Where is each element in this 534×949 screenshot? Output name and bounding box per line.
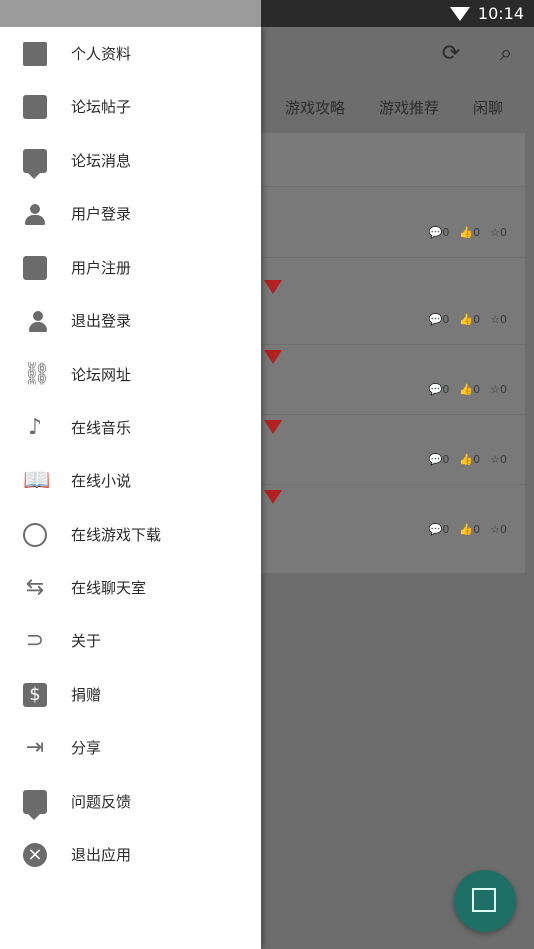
star-icon: ☆ xyxy=(490,313,500,326)
post-list: 💬0 👍0 ☆0 💬0 👍0 ☆0 💬0 👍0 ☆0 💬0 👍0 ☆0 💬0 👍… xyxy=(261,133,525,573)
star-icon: ☆ xyxy=(490,523,500,536)
book-icon xyxy=(23,94,47,119)
comment-icon: 💬 xyxy=(428,313,443,326)
drawer-item-about[interactable]: ⊃ 关于 xyxy=(0,614,261,667)
table-row[interactable]: 💬0 👍0 ☆0 xyxy=(261,484,525,554)
comment-icon: 💬 xyxy=(428,523,443,536)
drawer-item-profile[interactable]: 个人资料 xyxy=(0,27,261,80)
drawer-item-forum-url[interactable]: ⛓ 论坛网址 xyxy=(0,348,261,401)
paperclip-icon: ⊃ xyxy=(25,627,45,653)
diamond-icon xyxy=(264,280,282,294)
edit-icon xyxy=(472,888,496,912)
star-icon: ☆ xyxy=(490,383,500,396)
open-book-icon: 📖 xyxy=(23,467,51,493)
link-icon: ⛓ xyxy=(23,361,51,387)
download-circle-icon xyxy=(23,522,47,547)
tab-game-guides[interactable]: 游戏攻略 xyxy=(285,97,345,118)
compose-button[interactable] xyxy=(454,870,516,932)
like-icon: 👍 xyxy=(459,313,474,326)
drawer-item-forum-posts[interactable]: 论坛帖子 xyxy=(0,80,261,133)
status-time: 10:14 xyxy=(477,4,524,23)
close-circle-icon: × xyxy=(23,842,47,867)
drawer-item-game-download[interactable]: 在线游戏下载 xyxy=(0,508,261,561)
wifi-icon xyxy=(449,7,470,21)
account-box-icon xyxy=(23,255,47,280)
comment-icon: 💬 xyxy=(428,226,443,239)
star-icon: ☆ xyxy=(490,453,500,466)
drawer-item-music[interactable]: ♪ 在线音乐 xyxy=(0,401,261,454)
list-header xyxy=(261,133,525,187)
person-icon xyxy=(23,202,47,226)
exit-share-icon: ⇥ xyxy=(25,734,45,760)
drawer-item-novels[interactable]: 📖 在线小说 xyxy=(0,454,261,507)
table-row[interactable]: 💬0 👍0 ☆0 xyxy=(261,187,525,258)
music-note-icon: ♪ xyxy=(27,414,43,440)
comment-icon: 💬 xyxy=(428,383,443,396)
like-icon: 👍 xyxy=(459,523,474,536)
navigation-drawer: 个人资料 论坛帖子 论坛消息 用户登录 用户注册 退出登录 ⛓ 论坛网址 ♪ 在… xyxy=(0,0,261,949)
tab-game-recommend[interactable]: 游戏推荐 xyxy=(379,97,439,118)
star-icon: ☆ xyxy=(490,226,500,239)
document-icon xyxy=(23,41,47,66)
drawer-item-login[interactable]: 用户登录 xyxy=(0,187,261,240)
like-icon: 👍 xyxy=(459,226,474,239)
tab-chat[interactable]: 闲聊 xyxy=(473,97,503,118)
diamond-icon xyxy=(264,350,282,364)
drawer-item-share[interactable]: ⇥ 分享 xyxy=(0,721,261,774)
table-row[interactable]: 💬0 👍0 ☆0 xyxy=(261,414,525,485)
comment-icon: 💬 xyxy=(428,453,443,466)
dollar-icon: $ xyxy=(23,682,47,707)
drawer-item-register[interactable]: 用户注册 xyxy=(0,241,261,294)
drawer-item-forum-messages[interactable]: 论坛消息 xyxy=(0,134,261,187)
search-icon[interactable]: ⌕ xyxy=(495,43,517,65)
diamond-icon xyxy=(264,420,282,434)
group-swap-icon: ⇆ xyxy=(25,574,45,600)
tab-bar: 游戏攻略 游戏推荐 闲聊 xyxy=(261,83,534,131)
like-icon: 👍 xyxy=(459,383,474,396)
message-alert-icon xyxy=(23,148,47,179)
drawer-item-feedback[interactable]: 问题反馈 xyxy=(0,775,261,828)
feedback-icon xyxy=(23,789,47,820)
drawer-status-scrim xyxy=(0,0,261,27)
table-row[interactable]: 💬0 👍0 ☆0 xyxy=(261,274,525,345)
drawer-item-logout[interactable]: 退出登录 xyxy=(0,294,261,347)
person-remove-icon xyxy=(23,309,47,333)
table-row[interactable]: 💬0 👍0 ☆0 xyxy=(261,344,525,415)
like-icon: 👍 xyxy=(459,453,474,466)
diamond-icon xyxy=(264,490,282,504)
drawer-item-donate[interactable]: $ 捐赠 xyxy=(0,668,261,721)
refresh-icon[interactable]: ⟳ xyxy=(440,43,462,65)
drawer-item-exit-app[interactable]: × 退出应用 xyxy=(0,828,261,881)
drawer-item-chatroom[interactable]: ⇆ 在线聊天室 xyxy=(0,561,261,614)
